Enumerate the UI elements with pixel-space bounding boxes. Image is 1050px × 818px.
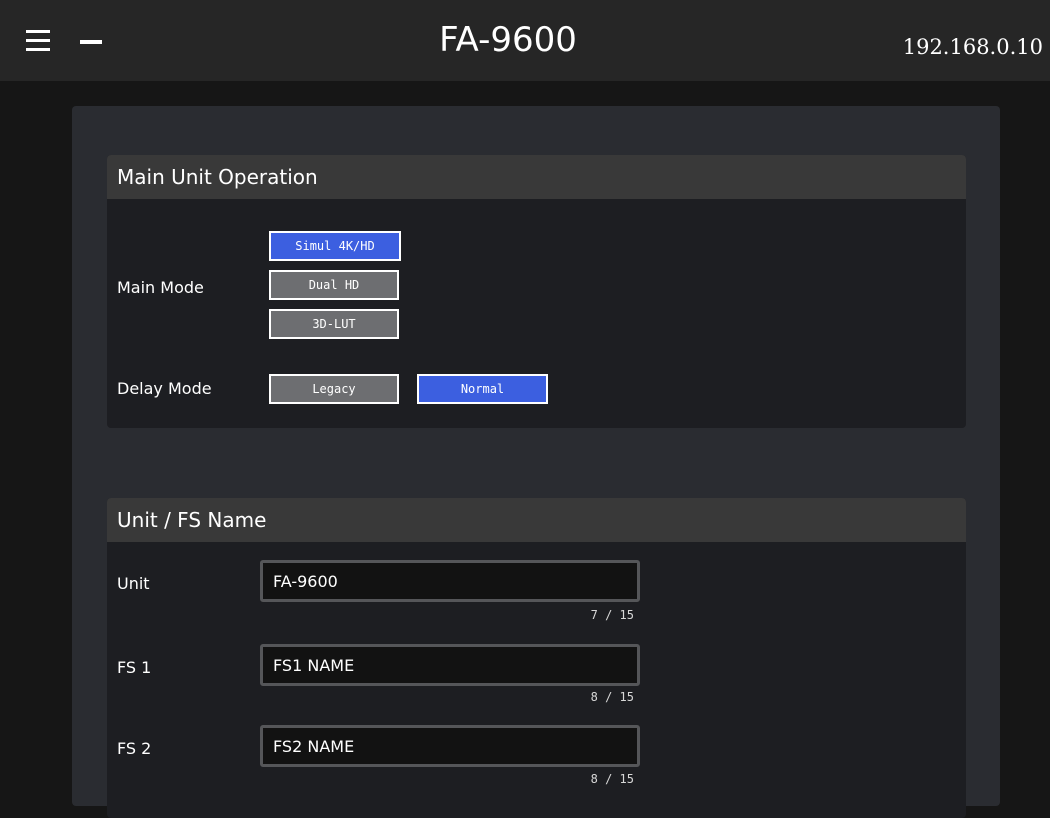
content-panel: Main Unit Operation Main Mode Simul 4K/H… [72,106,1000,818]
fs2-name-label: FS 2 [117,739,152,758]
ip-address: 192.168.0.10 [902,35,1043,59]
fs1-name-label: FS 1 [117,658,152,677]
delay-mode-label: Delay Mode [117,379,212,398]
delay-mode-option-normal[interactable]: Normal [417,374,548,404]
app-title: FA-9600 [439,20,577,60]
section-title: Main Unit Operation [107,155,966,199]
main-mode-option-3d-lut[interactable]: 3D-LUT [269,309,399,339]
main-mode-option-simul-4k-hd[interactable]: Simul 4K/HD [269,231,401,261]
main-mode-label: Main Mode [117,278,204,297]
unit-name-char-count: 7 / 15 [590,608,634,622]
fs1-name-char-count: 8 / 15 [590,690,634,704]
main-mode-option-dual-hd[interactable]: Dual HD [269,270,399,300]
unit-name-label: Unit [117,574,150,593]
fs1-name-input[interactable] [260,644,640,686]
section-title: Unit / FS Name [107,498,966,542]
unit-fs-name-section: Unit / FS Name Unit 7 / 15 FS 1 8 / 15 F… [107,498,966,818]
delay-mode-option-legacy[interactable]: Legacy [269,374,399,404]
fs2-name-char-count: 8 / 15 [590,772,634,786]
main-unit-operation-section: Main Unit Operation Main Mode Simul 4K/H… [107,155,966,428]
unit-name-input[interactable] [260,560,640,602]
top-bar: FA-9600 192.168.0.10 [0,0,1050,81]
fs2-name-input[interactable] [260,725,640,767]
